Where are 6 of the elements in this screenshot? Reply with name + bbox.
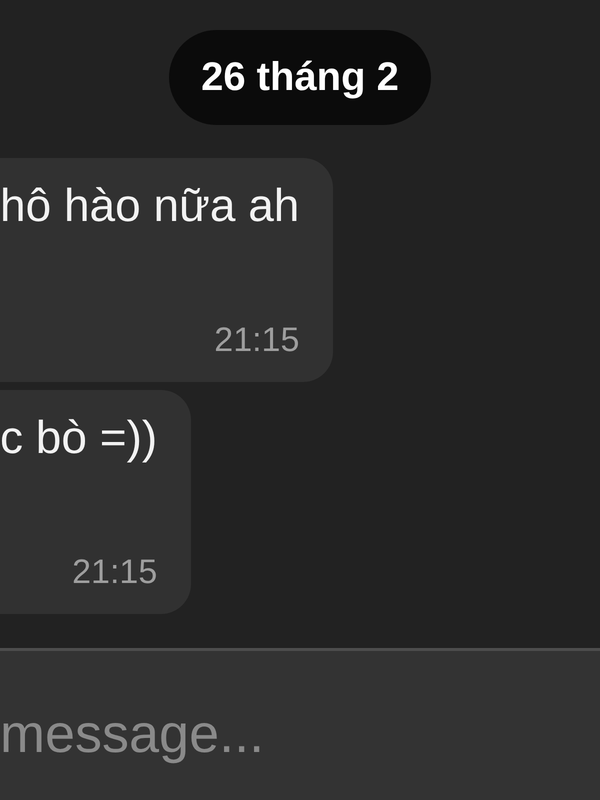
message-time: 21:15 bbox=[72, 552, 158, 592]
message-text: c bò =)) bbox=[0, 410, 158, 464]
message-text: hô hào nữa ah bbox=[0, 178, 300, 232]
date-divider: 26 tháng 2 bbox=[169, 30, 431, 125]
message-input[interactable]: message... bbox=[0, 648, 600, 800]
message-time: 21:15 bbox=[214, 320, 300, 360]
